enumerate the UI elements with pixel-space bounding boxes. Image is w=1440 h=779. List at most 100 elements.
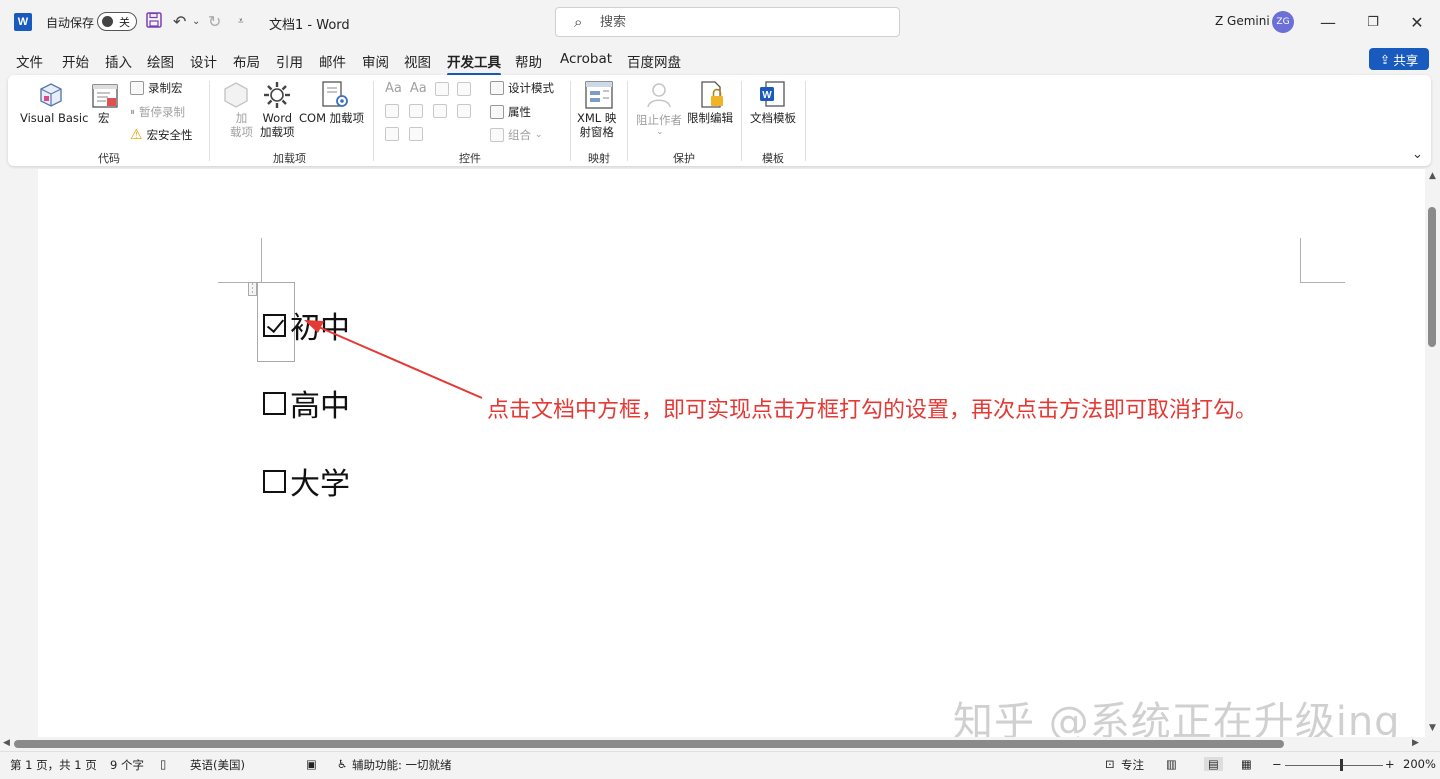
controls-row-3 [385,127,423,141]
tab-insert[interactable]: 插入 [105,51,132,71]
vertical-scrollbar[interactable]: ▲ ▼ [1425,169,1440,737]
customize-quick-access-icon[interactable]: ⩡ [238,16,244,27]
tab-developer[interactable]: 开发工具 [447,51,501,76]
tab-home[interactable]: 开始 [62,51,89,71]
tab-baidu-netdisk[interactable]: 百度网盘 [627,51,681,71]
warning-icon: ⚠ [130,127,143,143]
checkbox-control-icon[interactable] [385,104,399,118]
plain-text-control-icon[interactable]: Aa [410,81,427,96]
word-addins-button[interactable]: Word 加载项 [260,111,295,139]
print-layout-icon[interactable]: ▤ [1204,757,1223,771]
group-divider [209,81,210,161]
crop-mark [1300,238,1301,282]
legacy-tools-icon[interactable] [409,127,423,141]
tab-design[interactable]: 设计 [190,51,217,71]
scroll-right-arrow-icon[interactable]: ▶ [1412,738,1419,748]
zoom-out-icon[interactable]: − [1272,757,1282,771]
redo-icon[interactable]: ↻ [208,12,221,31]
annotation-text: 点击文档中方框，即可实现点击方框打勾的设置，再次点击方法即可取消打勾。 [487,398,1258,423]
tab-mailings[interactable]: 邮件 [319,51,346,71]
search-input[interactable] [600,12,880,32]
xml-mapping-pane-button[interactable]: XML 映射窗格 [577,111,616,139]
design-mode-label: 设计模式 [508,81,554,95]
record-macro-button[interactable]: 录制宏 [130,80,183,96]
word-count[interactable]: 9 个字 [110,757,144,773]
close-button[interactable]: ✕ [1403,8,1431,36]
group-divider [373,81,374,161]
pause-recording-label: 暂停录制 [139,105,185,119]
document-page[interactable]: ··· 初中 高中 大学 点击文档中方框，即可实现点击方框打勾的设置，再次点击方… [38,169,1425,745]
properties-button[interactable]: 属性 [490,104,531,120]
tab-help[interactable]: 帮助 [515,51,542,71]
language[interactable]: 英语(美国) [190,757,245,773]
web-layout-icon[interactable]: ▦ [1241,757,1252,771]
combobox-control-icon[interactable] [409,104,423,118]
com-addins-button[interactable]: COM 加载项 [299,111,364,125]
tab-acrobat[interactable]: Acrobat [560,51,612,67]
share-button[interactable]: ⇪ 共享 [1369,48,1429,70]
zoom-level[interactable]: 200% [1403,757,1436,771]
pause-recording-button[interactable]: ⏸ 暂停录制 [130,104,185,120]
collapse-ribbon-chevron-icon[interactable]: ⌄ [1412,147,1423,162]
autosave-state: 关 [119,16,130,29]
zoom-slider-thumb[interactable] [1340,759,1343,771]
xml-mapping-icon [583,79,615,111]
focus-mode-button[interactable]: 专注 [1121,757,1144,773]
checkbox-unchecked[interactable] [263,469,286,493]
tab-view[interactable]: 视图 [404,51,431,71]
block-authors-icon [644,79,676,111]
repeating-section-control-icon[interactable] [385,127,399,141]
tab-file[interactable]: 文件 [16,51,43,71]
design-mode-button[interactable]: 设计模式 [490,80,554,96]
tab-review[interactable]: 审阅 [362,51,389,71]
document-template-button[interactable]: 文档模板 [750,111,796,125]
horizontal-scroll-thumb[interactable] [14,740,1284,748]
accessibility-status[interactable]: 辅助功能: 一切就绪 [352,757,452,773]
restrict-editing-icon [697,79,729,111]
zoom-in-icon[interactable]: + [1385,757,1395,771]
visual-basic-button[interactable]: Visual Basic [20,111,88,125]
search-box[interactable]: ⌕ [555,7,900,37]
username[interactable]: Z Gemini [1215,14,1270,28]
scroll-left-arrow-icon[interactable]: ◀ [3,738,10,748]
restrict-editing-button[interactable]: 限制编辑 [687,111,733,125]
date-picker-control-icon[interactable] [457,104,471,118]
svg-text:W: W [762,90,772,101]
picture-control-icon[interactable] [434,81,449,96]
avatar[interactable]: ZG [1272,11,1294,33]
tab-draw[interactable]: 绘图 [147,51,174,71]
document-canvas: ··· 初中 高中 大学 点击文档中方框，即可实现点击方框打勾的设置，再次点击方… [0,169,1425,745]
save-icon[interactable] [146,12,162,32]
scroll-down-arrow-icon[interactable]: ▼ [1429,723,1436,733]
com-addins-icon [319,79,351,111]
proofing-icon[interactable]: ▯ [160,757,166,771]
dropdown-control-icon[interactable] [433,104,447,118]
building-block-control-icon[interactable] [456,81,471,96]
share-icon: ⇪ [1379,51,1391,67]
properties-label: 属性 [508,105,531,119]
undo-dropdown-icon[interactable]: ⌄ [192,16,200,27]
group-icon [490,128,504,142]
group-button[interactable]: 组合 ⌄ [490,127,543,143]
zoom-slider[interactable] [1285,765,1383,766]
undo-icon[interactable]: ↶ [173,12,186,31]
rich-text-control-icon[interactable]: Aa [385,81,402,96]
read-mode-icon[interactable]: ▥ [1166,757,1177,771]
vertical-scroll-thumb[interactable] [1428,207,1436,347]
minimize-button[interactable]: — [1314,8,1342,36]
share-label: 共享 [1393,52,1419,68]
scroll-up-arrow-icon[interactable]: ▲ [1429,171,1436,181]
ribbon-panel: Visual Basic 宏 录制宏 ⏸ 暂停录制 ⚠ 宏安全性 代码 加载项 … [8,75,1431,166]
macros-button[interactable]: 宏 [98,111,110,125]
restore-button[interactable]: ❐ [1359,8,1387,36]
tab-layout[interactable]: 布局 [233,51,260,71]
addins-button[interactable]: 加载项 [230,111,253,139]
horizontal-scrollbar[interactable]: ◀ ▶ [0,737,1425,751]
macro-recording-icon[interactable]: ▣ [306,757,317,771]
autosave-toggle[interactable]: 关 [97,12,137,31]
macro-security-button[interactable]: ⚠ 宏安全性 [130,127,193,143]
record-macro-label: 录制宏 [148,81,183,95]
page-count[interactable]: 第 1 页，共 1 页 [10,757,97,773]
group-divider [570,81,571,161]
tab-references[interactable]: 引用 [276,51,303,71]
